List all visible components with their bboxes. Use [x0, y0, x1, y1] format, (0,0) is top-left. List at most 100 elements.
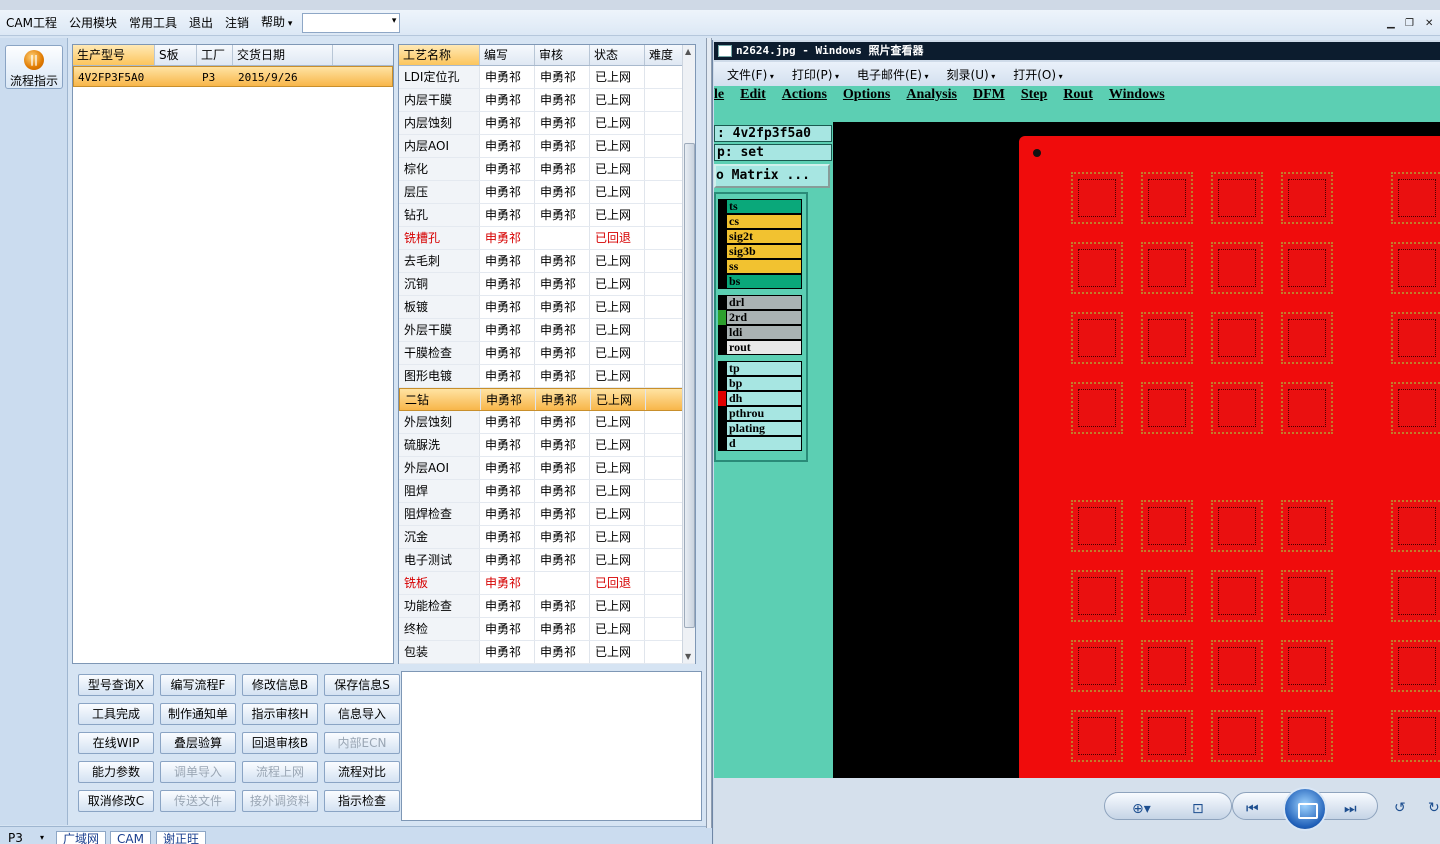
layer-item[interactable]: 2rd — [726, 310, 802, 325]
table-row[interactable]: 铣板 申勇祁 已回退 — [399, 572, 695, 595]
action-button[interactable]: 调单导入 — [160, 761, 236, 783]
action-button[interactable]: 制作通知单 — [160, 703, 236, 725]
table-row[interactable]: 二钻 申勇祁 申勇祁 已上网 — [399, 388, 695, 411]
action-button[interactable]: 接外调资料 — [242, 790, 318, 812]
layer-item[interactable]: bs — [726, 274, 802, 289]
tab-cam[interactable]: CAM — [110, 831, 151, 844]
menu-exit[interactable]: 退出 — [183, 10, 219, 36]
layer-item[interactable]: sig3b — [726, 244, 802, 259]
action-button[interactable]: 取消修改C — [78, 790, 154, 812]
table-row[interactable]: 包装 申勇祁 申勇祁 已上网 — [399, 641, 695, 664]
action-button[interactable]: 流程对比 — [324, 761, 400, 783]
rotate-right-icon[interactable]: ↻ — [1428, 800, 1440, 816]
col-process-name[interactable]: 工艺名称 — [399, 45, 480, 65]
action-button[interactable]: 内部ECN — [324, 732, 400, 754]
slideshow-button[interactable] — [1283, 787, 1327, 831]
layer-item[interactable]: ts — [726, 199, 802, 214]
table-row[interactable]: 功能检查 申勇祁 申勇祁 已上网 — [399, 595, 695, 618]
action-button[interactable]: 传送文件 — [160, 790, 236, 812]
table-row[interactable]: 图形电镀 申勇祁 申勇祁 已上网 — [399, 365, 695, 388]
genesis-menu-file[interactable]: le — [714, 87, 732, 103]
action-button[interactable]: 能力参数 — [78, 761, 154, 783]
restore-icon[interactable]: ❐ — [1405, 18, 1414, 29]
action-button[interactable]: 叠层验算 — [160, 732, 236, 754]
action-button[interactable]: 指示检查 — [324, 790, 400, 812]
table-row[interactable]: 外层AOI 申勇祁 申勇祁 已上网 — [399, 457, 695, 480]
tab-wan[interactable]: 广域网 — [56, 831, 107, 844]
process-scrollbar[interactable]: ▲ ▼ — [682, 45, 695, 663]
table-row[interactable]: 外层干膜 申勇祁 申勇祁 已上网 — [399, 319, 695, 342]
table-row[interactable]: 干膜检查 申勇祁 申勇祁 已上网 — [399, 342, 695, 365]
menu-help[interactable]: 帮助 — [255, 9, 298, 37]
action-button[interactable]: 指示审核H — [242, 703, 318, 725]
col-factory[interactable]: 工厂 — [197, 45, 233, 65]
layer-item[interactable]: dh — [726, 391, 802, 406]
col-model[interactable]: 生产型号 — [73, 45, 155, 65]
table-row[interactable]: 沉金 申勇祁 申勇祁 已上网 — [399, 526, 695, 549]
menu-cam-project[interactable]: CAM工程 — [0, 10, 63, 36]
col-delivery-date[interactable]: 交货日期 — [233, 45, 333, 65]
genesis-menu-dfm[interactable]: DFM — [965, 87, 1013, 103]
col-status[interactable]: 状态 — [590, 45, 645, 65]
scroll-down-icon[interactable]: ▼ — [685, 652, 691, 661]
table-row[interactable]: 板镀 申勇祁 申勇祁 已上网 — [399, 296, 695, 319]
table-row[interactable]: LDI定位孔 申勇祁 申勇祁 已上网 — [399, 66, 695, 89]
genesis-menu-rout[interactable]: Rout — [1055, 87, 1101, 103]
table-row[interactable]: 铣槽孔 申勇祁 已回退 — [399, 227, 695, 250]
close-icon[interactable]: ✕ — [1425, 18, 1433, 29]
viewer-menu-print[interactable]: 打印(P) — [783, 66, 848, 83]
notes-box[interactable] — [401, 671, 702, 821]
col-writer[interactable]: 编写 — [480, 45, 535, 65]
layer-item[interactable]: ldi — [726, 325, 802, 340]
viewer-menu-burn[interactable]: 刻录(U) — [938, 66, 1005, 83]
viewer-menu-file[interactable]: 文件(F) — [718, 66, 783, 83]
menu-logout[interactable]: 注销 — [219, 10, 255, 36]
table-row[interactable]: 阻焊检查 申勇祁 申勇祁 已上网 — [399, 503, 695, 526]
table-row[interactable]: 内层干膜 申勇祁 申勇祁 已上网 — [399, 89, 695, 112]
action-button[interactable]: 信息导入 — [324, 703, 400, 725]
table-row[interactable]: 内层AOI 申勇祁 申勇祁 已上网 — [399, 135, 695, 158]
action-button[interactable]: 修改信息B — [242, 674, 318, 696]
layer-item[interactable]: d — [726, 436, 802, 451]
table-row[interactable]: 阻焊 申勇祁 申勇祁 已上网 — [399, 480, 695, 503]
layer-item[interactable]: tp — [726, 361, 802, 376]
action-button[interactable]: 回退审核B — [242, 732, 318, 754]
genesis-menu-step[interactable]: Step — [1013, 87, 1055, 103]
action-button[interactable]: 型号查询X — [78, 674, 154, 696]
menu-combo-box[interactable]: ▾ — [302, 12, 401, 33]
layer-item[interactable]: rout — [726, 340, 802, 355]
flow-indicator-button[interactable]: || 流程指示 — [5, 45, 63, 89]
layer-item[interactable]: sig2t — [726, 229, 802, 244]
factory-selector[interactable]: P3 — [8, 831, 23, 844]
next-icon[interactable]: ⏭ — [1344, 801, 1357, 817]
table-row[interactable]: 外层蚀刻 申勇祁 申勇祁 已上网 — [399, 411, 695, 434]
scroll-up-icon[interactable]: ▲ — [685, 47, 691, 56]
genesis-menu-actions[interactable]: Actions — [774, 87, 835, 103]
viewer-menu-email[interactable]: 电子邮件(E) — [848, 66, 938, 83]
menu-public-module[interactable]: 公用模块 — [63, 10, 123, 36]
action-button[interactable]: 编写流程F — [160, 674, 236, 696]
zoom-icon[interactable]: ⊕▾ — [1132, 801, 1151, 817]
action-button[interactable]: 工具完成 — [78, 703, 154, 725]
genesis-menu-analysis[interactable]: Analysis — [898, 87, 965, 103]
table-row[interactable]: 钻孔 申勇祁 申勇祁 已上网 — [399, 204, 695, 227]
tab-user[interactable]: 谢正旺 — [156, 831, 207, 844]
col-difficulty[interactable]: 难度 — [645, 45, 683, 65]
genesis-menu-windows[interactable]: Windows — [1101, 87, 1173, 103]
layer-item[interactable]: bp — [726, 376, 802, 391]
layer-item[interactable]: drl — [726, 295, 802, 310]
table-row[interactable]: 内层蚀刻 申勇祁 申勇祁 已上网 — [399, 112, 695, 135]
table-row[interactable]: 去毛刺 申勇祁 申勇祁 已上网 — [399, 250, 695, 273]
genesis-menu-options[interactable]: Options — [835, 87, 898, 103]
table-row[interactable]: 层压 申勇祁 申勇祁 已上网 — [399, 181, 695, 204]
actual-size-icon[interactable]: ⊡ — [1192, 801, 1204, 817]
table-row[interactable]: 电子测试 申勇祁 申勇祁 已上网 — [399, 549, 695, 572]
menu-common-tools[interactable]: 常用工具 — [123, 10, 183, 36]
table-row[interactable]: 硫脲洗 申勇祁 申勇祁 已上网 — [399, 434, 695, 457]
col-reviewer[interactable]: 审核 — [535, 45, 590, 65]
layer-item[interactable]: ss — [726, 259, 802, 274]
layer-item[interactable]: plating — [726, 421, 802, 436]
genesis-menu-edit[interactable]: Edit — [732, 87, 774, 103]
viewer-menu-open[interactable]: 打开(O) — [1004, 66, 1071, 83]
scroll-thumb[interactable] — [684, 143, 695, 628]
